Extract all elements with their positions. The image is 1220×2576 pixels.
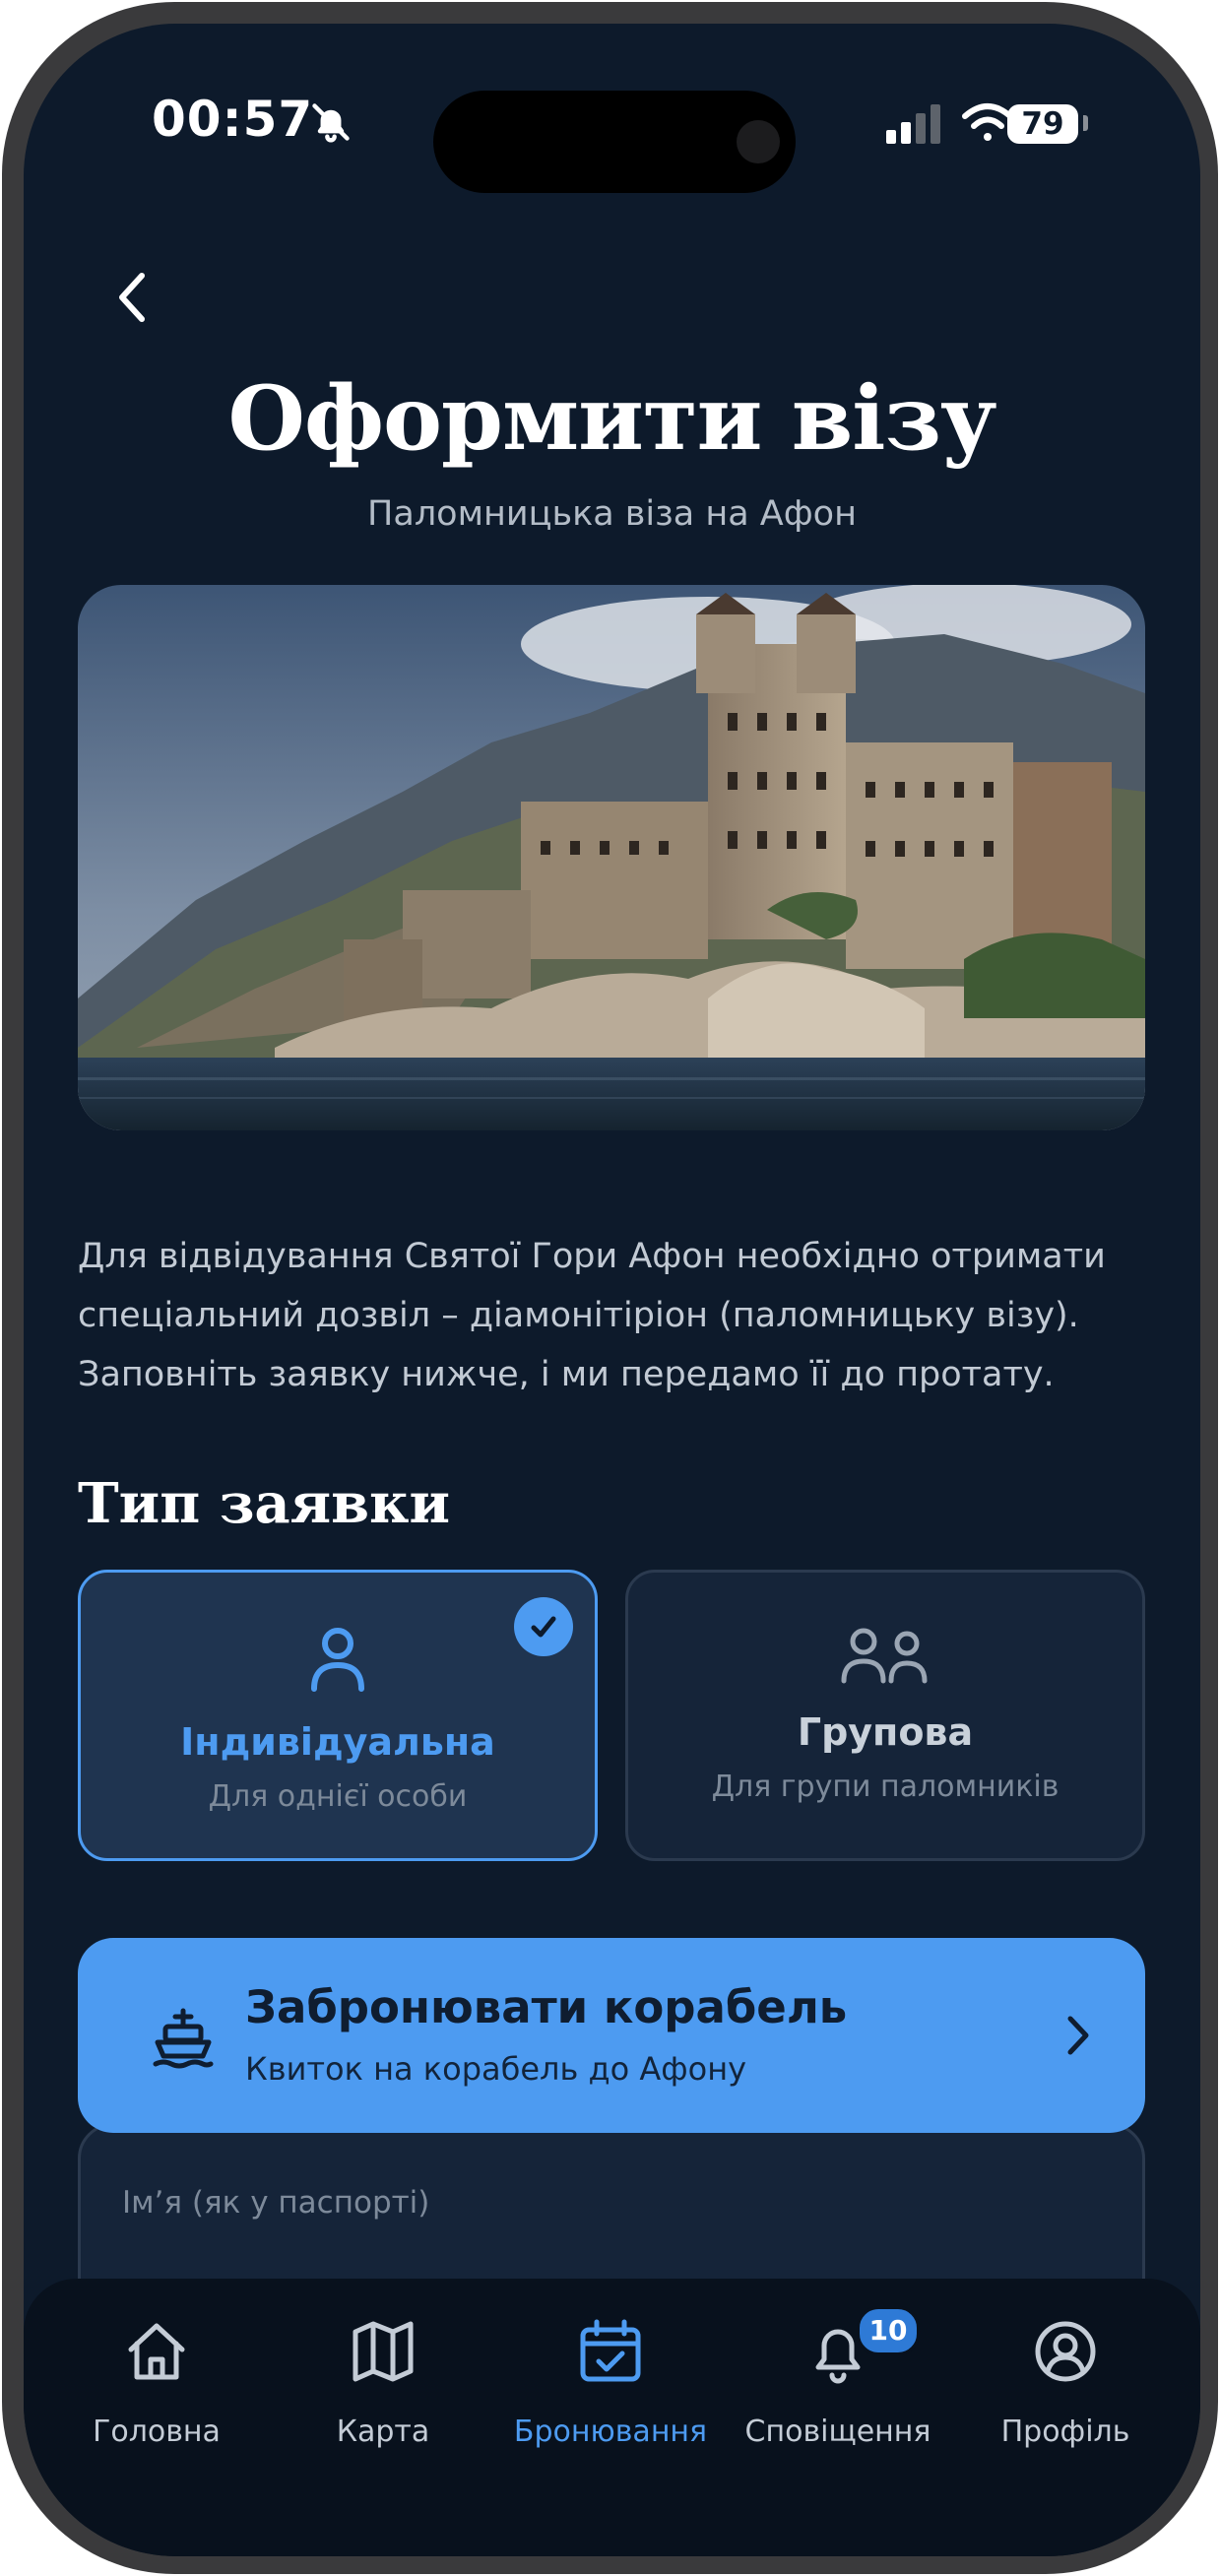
tab-booking[interactable]: Бронювання [497,2279,724,2476]
chevron-left-icon [119,273,145,322]
tab-home[interactable]: Головна [43,2279,270,2476]
book-ship-button[interactable]: Забронювати корабель Квиток на корабель … [78,1938,1145,2133]
visa-description: Для відвідування Святої Гори Афон необхі… [78,1237,1106,1394]
tab-label: Сповіщення [744,2415,931,2449]
bottom-tab-bar: Головна Карта Бронювання 10 Сповіщення П… [24,2279,1200,2556]
notification-count-badge: 10 [857,2306,920,2355]
page-subtitle: Паломницька віза на Афон [367,494,857,534]
tab-label: Карта [336,2415,430,2449]
back-button[interactable] [93,258,171,337]
silent-bell-icon [309,100,353,148]
battery-tip [1083,115,1088,131]
ship-icon [152,2007,215,2074]
application-type-heading: Тип заявки [78,1471,450,1536]
calendar-check-icon [497,2318,724,2385]
map-icon [270,2318,496,2385]
group-icon [628,1626,1142,1685]
tab-label: Бронювання [513,2415,708,2449]
type-option-group[interactable]: Групова Для групи паломників [625,1570,1145,1861]
phone-frame: 00:57 79 Оформити візу Паломницька віза … [2,2,1218,2574]
tab-notifications[interactable]: 10 Сповіщення [725,2279,951,2476]
ship-booking-title: Забронювати корабель [245,1981,848,2033]
status-time: 00:57 [152,91,314,148]
option-title: Групова [797,1710,974,1754]
dynamic-island [433,91,796,193]
tab-profile[interactable]: Профіль [952,2279,1179,2476]
option-subtitle: Для групи паломників [711,1770,1059,1804]
user-circle-icon [952,2318,1179,2385]
page-title: Оформити візу [227,366,996,471]
ship-booking-subtitle: Квиток на корабель до Афону [245,2050,747,2088]
selected-check-icon [514,1597,573,1656]
battery-icon: 79 [1007,104,1078,144]
name-input-placeholder: Ім’я (як у паспорті) [122,2185,430,2221]
tab-map[interactable]: Карта [270,2279,496,2476]
wifi-icon [961,102,1014,148]
tab-label: Профіль [1000,2415,1130,2449]
chevron-right-icon [1062,2013,1092,2062]
option-title: Індивідуальна [180,1720,495,1764]
mount-athos-monastery-image [78,585,1145,1130]
home-icon [43,2318,270,2385]
tab-label: Головна [93,2415,221,2449]
option-subtitle: Для однієї особи [208,1779,468,1814]
camera-dot [737,120,780,163]
signal-icon [886,104,943,148]
app-screen: 00:57 79 Оформити візу Паломницька віза … [24,24,1200,2556]
